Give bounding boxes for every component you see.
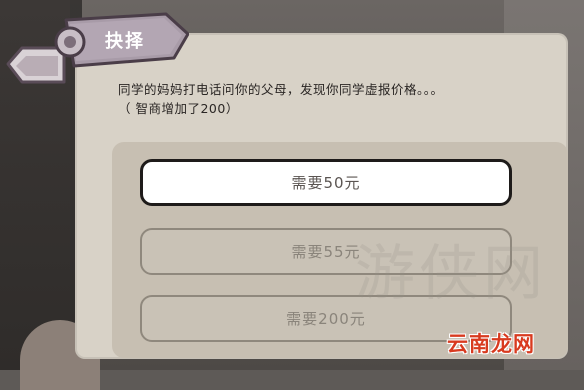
option-button-50[interactable]: 需要50元 <box>140 159 512 206</box>
dialog-message-line-2: （ 智商增加了200） <box>118 101 239 116</box>
dialog-title: 抉择 <box>105 31 145 52</box>
option-label: 需要55元 <box>291 243 361 261</box>
option-label: 需要50元 <box>291 174 361 192</box>
title-tag: 抉择 <box>4 6 190 86</box>
site-logo-watermark: 云南龙网 <box>447 332 535 356</box>
title-tag-shape <box>6 12 190 84</box>
option-label: 需要200元 <box>286 310 366 328</box>
option-button-55[interactable]: 需要55元 <box>140 228 512 275</box>
